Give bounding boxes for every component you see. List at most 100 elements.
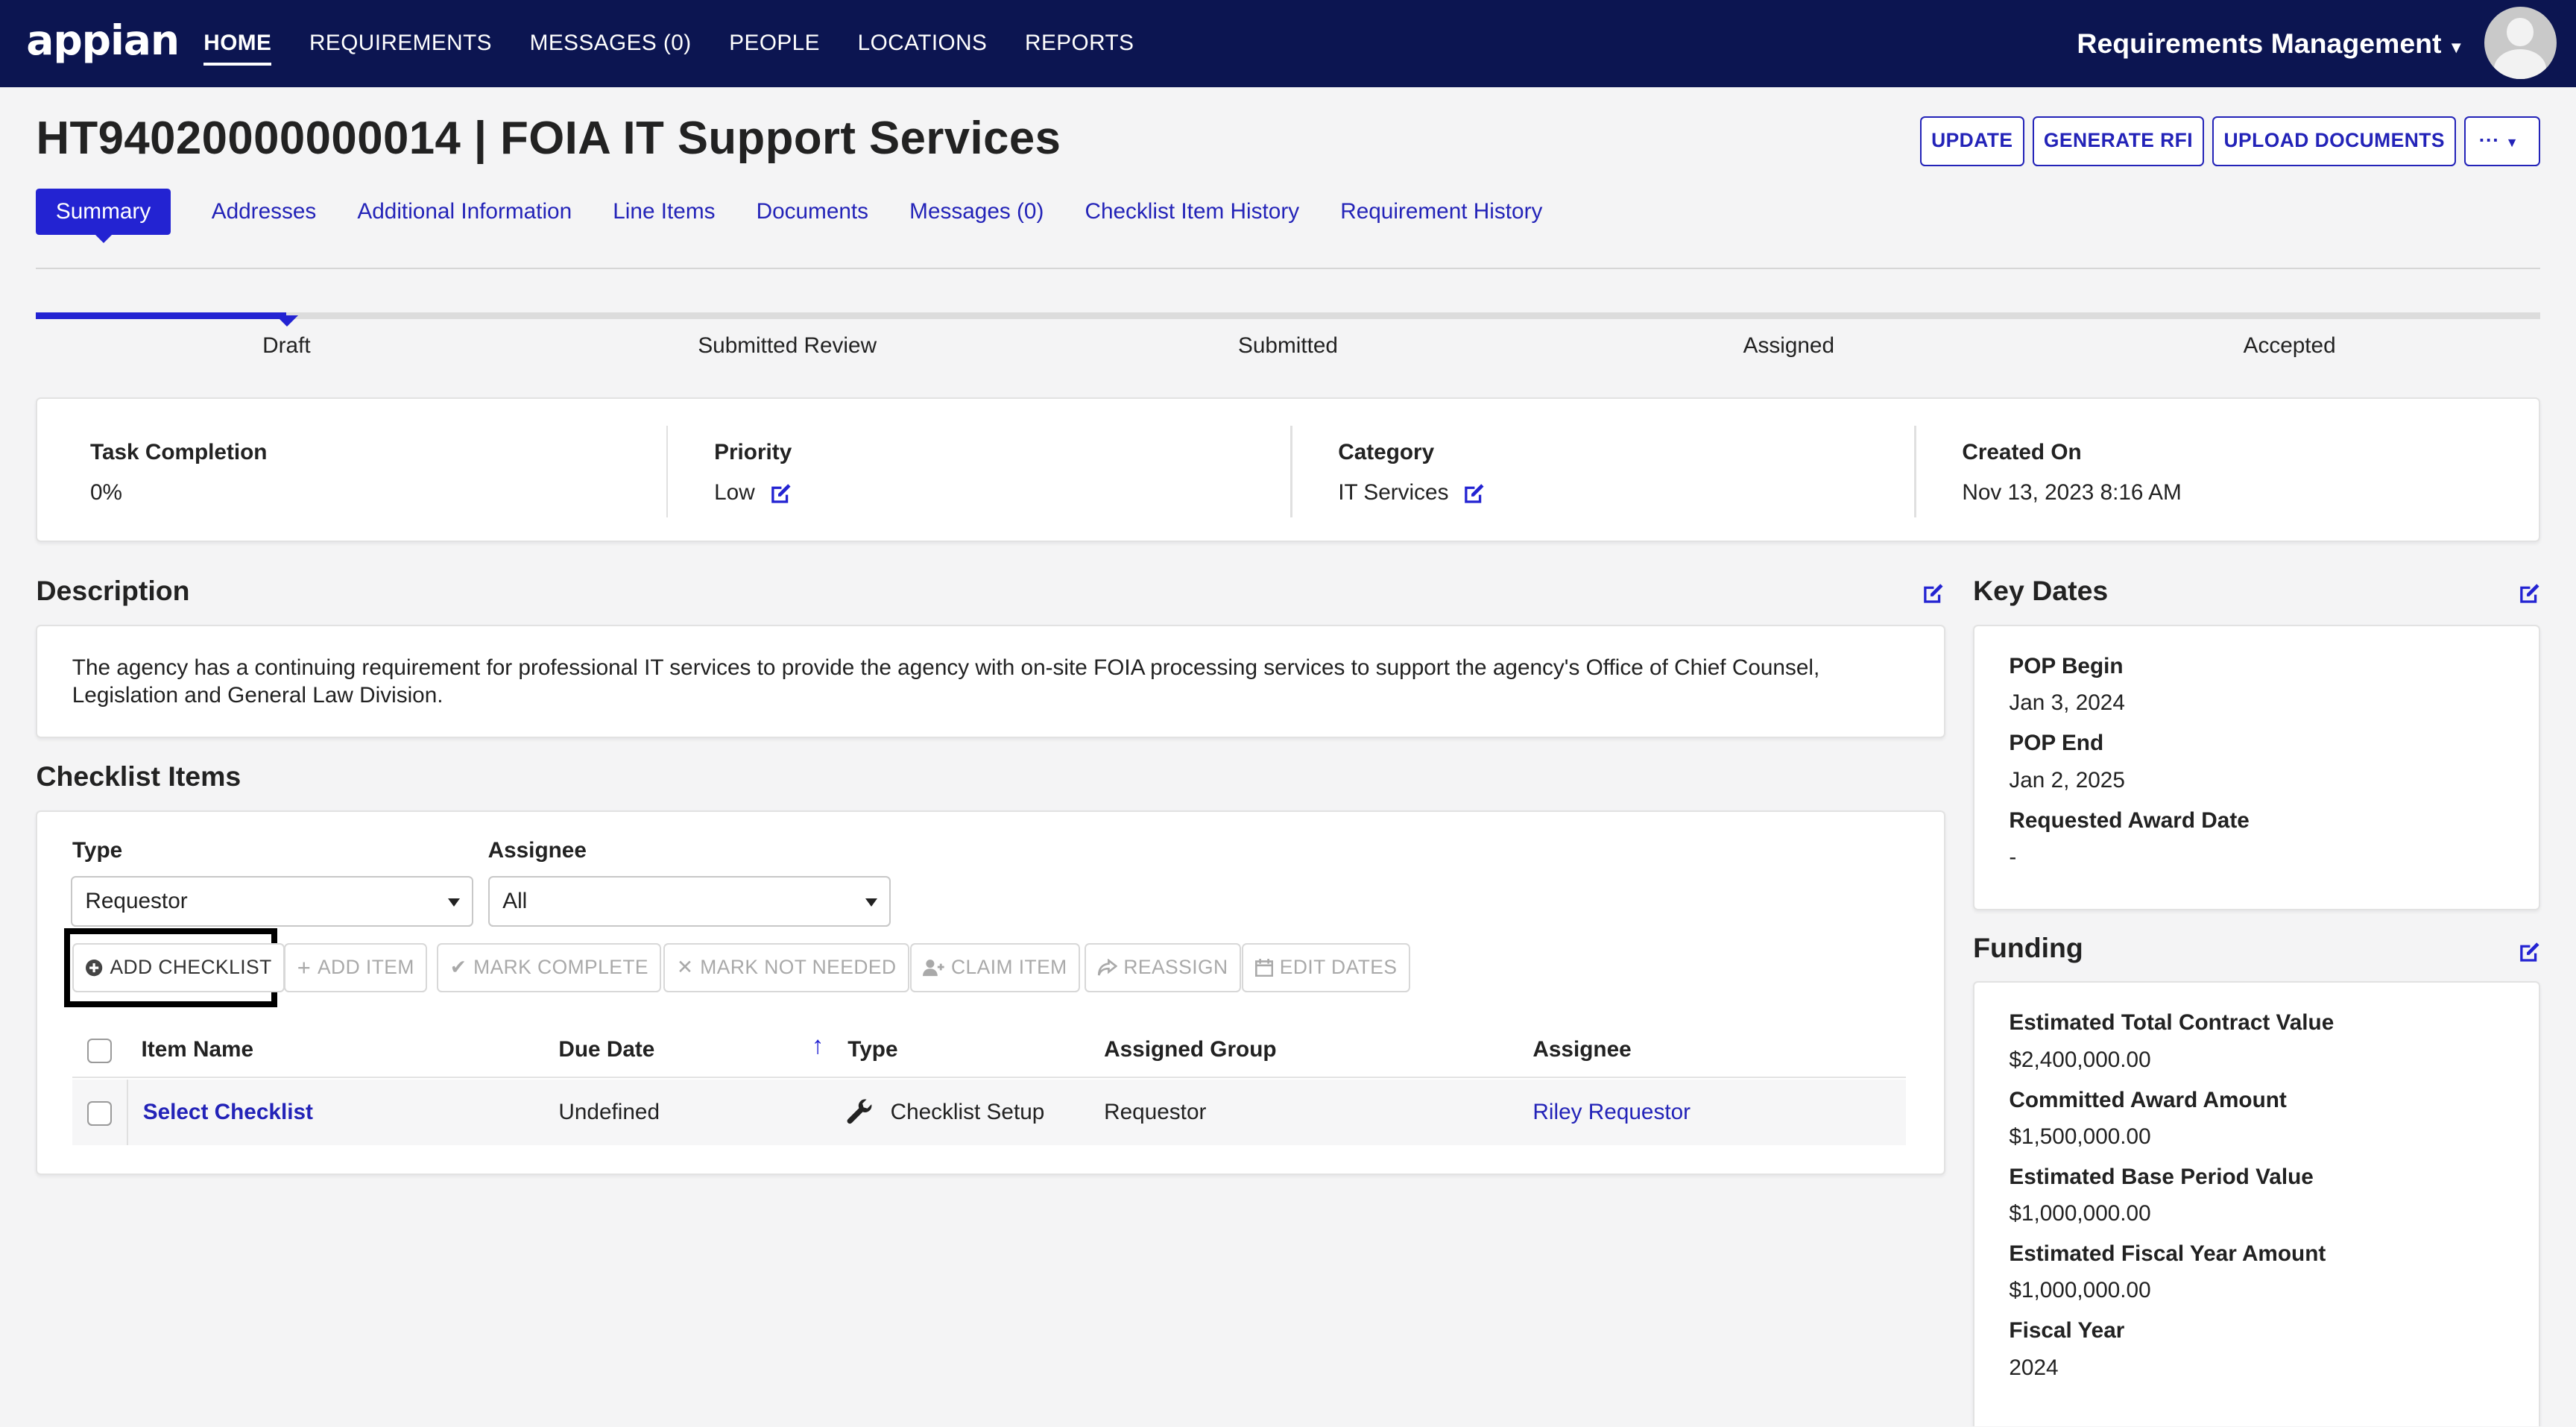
tab-line-items[interactable]: Line Items bbox=[613, 189, 715, 235]
more-actions-button[interactable]: ··· ▼ bbox=[2464, 116, 2540, 166]
tab-summary[interactable]: Summary bbox=[36, 189, 171, 244]
update-button[interactable]: UPDATE bbox=[1919, 116, 2024, 166]
step-assigned: Assigned bbox=[1743, 333, 1835, 359]
nav-locations[interactable]: LOCATIONS bbox=[858, 0, 988, 87]
field-value: $1,500,000.00 bbox=[2009, 1124, 2151, 1149]
tab-addresses[interactable]: Addresses bbox=[212, 189, 317, 235]
stat-category: Category IT Services bbox=[1290, 399, 1914, 541]
step-submitted: Submitted bbox=[1238, 333, 1338, 359]
status-progress-bar bbox=[36, 312, 2540, 327]
stat-value: Low bbox=[714, 480, 755, 505]
edit-key-dates-icon[interactable] bbox=[2519, 582, 2542, 605]
stat-value: Nov 13, 2023 8:16 AM bbox=[1962, 480, 2182, 505]
sort-ascending-icon[interactable]: ↑ bbox=[812, 1032, 824, 1060]
mark-complete-button[interactable]: ✔ MARK COMPLETE bbox=[437, 943, 662, 993]
calendar-icon bbox=[1254, 959, 1273, 977]
col-due-date[interactable]: Due Date bbox=[558, 1037, 654, 1062]
user-avatar[interactable] bbox=[2484, 6, 2557, 79]
edit-funding-icon[interactable] bbox=[2519, 940, 2542, 963]
type-filter-dropdown[interactable]: Requestor bbox=[70, 875, 473, 927]
field-label: Committed Award Amount bbox=[2009, 1087, 2287, 1112]
type-filter-label: Type bbox=[72, 838, 123, 863]
stat-priority: Priority Low bbox=[666, 399, 1290, 541]
assignee-filter-dropdown[interactable]: All bbox=[487, 875, 891, 927]
reassign-button[interactable]: REASSIGN bbox=[1084, 943, 1241, 993]
nav-reports[interactable]: REPORTS bbox=[1025, 0, 1134, 87]
assignee-filter-label: Assignee bbox=[487, 838, 587, 863]
col-type[interactable]: Type bbox=[847, 1037, 897, 1062]
tab-checklist-item-history[interactable]: Checklist Item History bbox=[1085, 189, 1299, 235]
stat-value: 0% bbox=[90, 480, 122, 505]
edit-dates-button[interactable]: EDIT DATES bbox=[1242, 943, 1410, 993]
check-icon: ✔ bbox=[449, 956, 467, 979]
app-switcher[interactable]: Requirements Management ▼ bbox=[2077, 0, 2464, 92]
field-value: $1,000,000.00 bbox=[2009, 1278, 2151, 1303]
field-label: Requested Award Date bbox=[2009, 807, 2250, 833]
nav-requirements[interactable]: REQUIREMENTS bbox=[309, 0, 492, 87]
add-checklist-button[interactable]: ADD CHECKLIST bbox=[72, 943, 285, 993]
reassign-label: REASSIGN bbox=[1123, 956, 1228, 979]
description-heading: Description bbox=[36, 575, 190, 607]
stat-task-completion: Task Completion 0% bbox=[37, 399, 666, 541]
type-cell: Checklist Setup bbox=[890, 1099, 1045, 1124]
appian-logo[interactable]: appian bbox=[26, 16, 180, 64]
edit-description-icon[interactable] bbox=[1922, 582, 1945, 605]
tab-messages[interactable]: Messages (0) bbox=[909, 189, 1044, 235]
description-card: The agency has a continuing requirement … bbox=[36, 624, 1945, 738]
field-value: 2024 bbox=[2009, 1355, 2059, 1380]
edit-icon[interactable] bbox=[770, 482, 793, 505]
mark-not-needed-label: MARK NOT NEEDED bbox=[700, 956, 897, 979]
claim-item-button[interactable]: CLAIM ITEM bbox=[910, 943, 1081, 993]
record-tabs: Summary Addresses Additional Information… bbox=[36, 189, 1542, 244]
app-name: Requirements Management bbox=[2077, 28, 2442, 59]
field-label: Estimated Fiscal Year Amount bbox=[2009, 1241, 2326, 1267]
field-label: Estimated Base Period Value bbox=[2009, 1164, 2314, 1189]
col-assignee[interactable]: Assignee bbox=[1532, 1037, 1631, 1062]
checklist-heading: Checklist Items bbox=[36, 760, 242, 793]
share-icon bbox=[1098, 959, 1117, 976]
stat-value: IT Services bbox=[1338, 480, 1449, 505]
generate-rfi-button[interactable]: GENERATE RFI bbox=[2032, 116, 2205, 166]
mark-not-needed-button[interactable]: ✕ MARK NOT NEEDED bbox=[663, 943, 909, 993]
tab-additional-information[interactable]: Additional Information bbox=[357, 189, 572, 235]
page-title: HT94020000000014 | FOIA IT Support Servi… bbox=[36, 112, 1061, 164]
select-all-checkbox[interactable] bbox=[86, 1038, 112, 1064]
header-actions: UPDATE GENERATE RFI UPLOAD DOCUMENTS ···… bbox=[1919, 116, 2540, 166]
tab-requirement-history[interactable]: Requirement History bbox=[1340, 189, 1542, 235]
wrench-icon bbox=[847, 1099, 872, 1124]
assigned-group-cell: Requestor bbox=[1104, 1099, 1207, 1124]
add-checklist-label: ADD CHECKLIST bbox=[110, 956, 272, 979]
caret-down-icon bbox=[865, 898, 878, 907]
key-dates-heading: Key Dates bbox=[1973, 575, 2109, 607]
upload-documents-button[interactable]: UPLOAD DOCUMENTS bbox=[2212, 116, 2457, 166]
nav-messages[interactable]: MESSAGES (0) bbox=[530, 0, 692, 87]
item-name-link[interactable]: Select Checklist bbox=[143, 1100, 313, 1125]
nav-people[interactable]: PEOPLE bbox=[729, 0, 820, 87]
caret-down-icon bbox=[448, 898, 461, 907]
due-date-cell: Undefined bbox=[558, 1099, 660, 1124]
assignee-link[interactable]: Riley Requestor bbox=[1532, 1100, 1690, 1125]
col-item-name[interactable]: Item Name bbox=[142, 1037, 253, 1062]
edit-dates-label: EDIT DATES bbox=[1279, 956, 1398, 979]
user-plus-icon bbox=[923, 960, 945, 977]
key-dates-card: POP Begin Jan 3, 2024 POP End Jan 2, 202… bbox=[1973, 624, 2540, 911]
tab-documents[interactable]: Documents bbox=[757, 189, 868, 235]
claim-item-label: CLAIM ITEM bbox=[950, 956, 1067, 979]
add-item-button[interactable]: + ADD ITEM bbox=[284, 943, 428, 993]
status-steps: Draft Submitted Review Submitted Assigne… bbox=[36, 333, 2539, 359]
field-label: Estimated Total Contract Value bbox=[2009, 1010, 2334, 1036]
progress-fill bbox=[36, 312, 286, 319]
description-text: The agency has a continuing requirement … bbox=[72, 655, 1820, 708]
field-value: Jan 2, 2025 bbox=[2009, 767, 2125, 793]
col-assigned-group[interactable]: Assigned Group bbox=[1104, 1037, 1276, 1062]
edit-icon[interactable] bbox=[1463, 482, 1486, 505]
assignee-filter-value: All bbox=[502, 888, 528, 913]
field-value: $2,400,000.00 bbox=[2009, 1047, 2151, 1072]
type-filter-value: Requestor bbox=[85, 888, 188, 913]
nav-home[interactable]: HOME bbox=[203, 0, 272, 87]
plus-circle-icon bbox=[86, 960, 103, 977]
funding-base-period-value: Estimated Base Period Value $1,000,000.0… bbox=[2009, 1165, 2504, 1226]
nav-links: HOME REQUIREMENTS MESSAGES (0) PEOPLE LO… bbox=[203, 0, 1134, 87]
row-checkbox[interactable] bbox=[86, 1100, 112, 1126]
ellipsis-icon: ··· bbox=[2478, 129, 2500, 152]
